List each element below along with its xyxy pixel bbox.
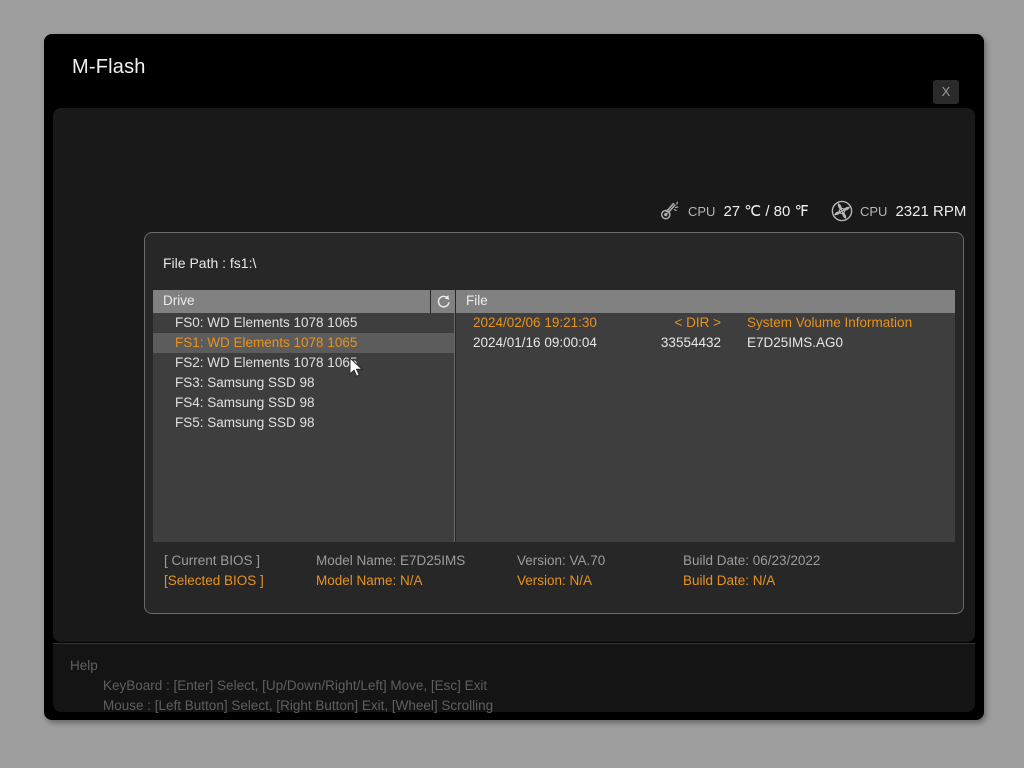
drive-list-item[interactable]: FS5: Samsung SSD 98 [153, 413, 454, 433]
file-date: 2024/02/06 19:21:30 [473, 313, 597, 333]
refresh-icon[interactable] [431, 290, 455, 313]
file-size: 33554432 [631, 333, 721, 353]
file-list-item[interactable]: 2024/02/06 19:21:30 < DIR > System Volume … [456, 313, 955, 333]
current-bios-build-date: Build Date: 06/23/2022 [683, 551, 820, 571]
m-flash-window: M-Flash X [44, 34, 984, 720]
drive-list-item[interactable]: FS3: Samsung SSD 98 [153, 373, 454, 393]
column-header-bar: Drive File [153, 290, 955, 313]
cpu-fan-value: 2321 RPM [895, 203, 966, 220]
main-body-panel: CPU 27 ℃ / 80 ℉ [53, 108, 975, 642]
current-bios-row: [ Current BIOS ] Model Name: E7D25IMS Ve… [153, 551, 955, 571]
file-path-label: File Path : fs1:\ [163, 255, 256, 271]
cpu-temperature-value: 27 ℃ / 80 ℉ [723, 202, 808, 220]
file-list[interactable]: 2024/02/06 19:21:30 < DIR > System Volume … [456, 313, 955, 542]
current-bios-version: Version: VA.70 [517, 551, 605, 571]
help-mouse-line: Mouse : [Left Button] Select, [Right But… [103, 698, 493, 713]
file-date: 2024/01/16 09:00:04 [473, 333, 597, 353]
cpu-fan-readout: CPU 2321 RPM [830, 194, 966, 228]
window-titlebar: M-Flash X [44, 34, 984, 108]
fan-icon [830, 199, 854, 223]
help-title: Help [70, 658, 98, 673]
file-browser-panel: File Path : fs1:\ Drive File FS0: WD Ele… [144, 232, 964, 614]
drive-list-item[interactable]: FS1: WD Elements 1078 1065 [153, 333, 454, 353]
drive-list-item[interactable]: FS0: WD Elements 1078 1065 [153, 313, 454, 333]
selected-bios-version: Version: N/A [517, 571, 592, 591]
help-panel: Help KeyBoard : [Enter] Select, [Up/Down… [53, 644, 975, 712]
thermometer-icon [658, 199, 682, 223]
file-name: E7D25IMS.AG0 [747, 333, 843, 353]
bios-info-section: [ Current BIOS ] Model Name: E7D25IMS Ve… [153, 546, 955, 606]
drive-list-item[interactable]: FS4: Samsung SSD 98 [153, 393, 454, 413]
file-size: < DIR > [631, 313, 721, 333]
sensor-readouts: CPU 27 ℃ / 80 ℉ [53, 194, 975, 228]
page-title: M-Flash [72, 56, 146, 79]
cpu-temperature-label: CPU [688, 204, 715, 219]
file-name: System Volume Information [747, 313, 912, 333]
drive-list[interactable]: FS0: WD Elements 1078 1065FS1: WD Elemen… [153, 313, 455, 542]
drive-list-item[interactable]: FS2: WD Elements 1078 1065 [153, 353, 454, 373]
drive-column-label: Drive [163, 293, 195, 308]
close-button[interactable]: X [933, 80, 959, 104]
drive-column-header: Drive [153, 290, 430, 313]
help-keyboard-line: KeyBoard : [Enter] Select, [Up/Down/Righ… [103, 678, 487, 693]
file-column-header: File [456, 290, 955, 313]
selected-bios-tag: [Selected BIOS ] [164, 571, 264, 591]
cpu-temperature-readout: CPU 27 ℃ / 80 ℉ [658, 194, 809, 228]
current-bios-tag: [ Current BIOS ] [164, 551, 260, 571]
selected-bios-model: Model Name: N/A [316, 571, 423, 591]
file-column-label: File [466, 293, 488, 308]
file-list-item[interactable]: 2024/01/16 09:00:04 33554432 E7D25IMS.AG0 [456, 333, 955, 353]
current-bios-model: Model Name: E7D25IMS [316, 551, 465, 571]
selected-bios-build-date: Build Date: N/A [683, 571, 775, 591]
selected-bios-row: [Selected BIOS ] Model Name: N/A Version… [153, 571, 955, 591]
cpu-fan-label: CPU [860, 204, 887, 219]
